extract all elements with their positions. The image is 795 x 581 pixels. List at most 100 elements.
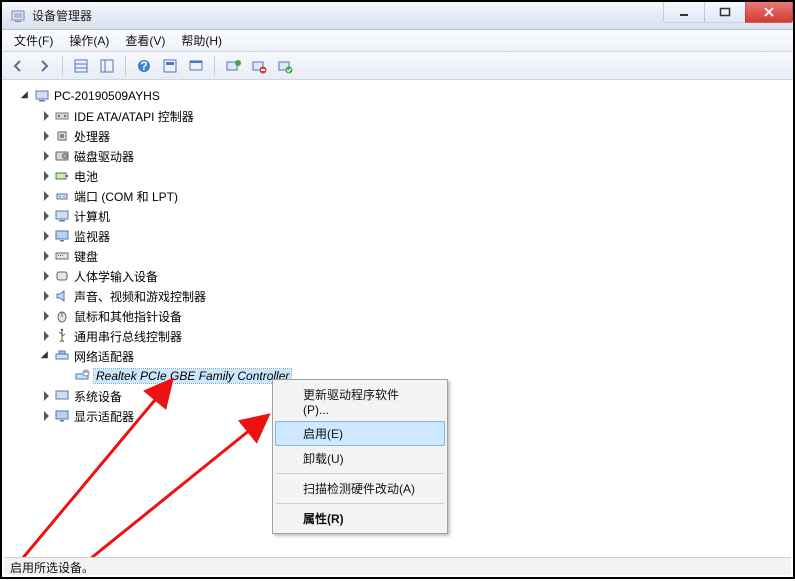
tree-item[interactable]: 声音、视频和游戏控制器: [6, 286, 789, 306]
toolbar-separator: [62, 56, 63, 76]
expander-right-icon[interactable]: [40, 110, 52, 122]
tree-item[interactable]: IDE ATA/ATAPI 控制器: [6, 106, 789, 126]
expander-right-icon[interactable]: [40, 210, 52, 222]
scan-icon[interactable]: [221, 55, 245, 77]
display-icon: [54, 408, 70, 424]
tree-item-label: 显示适配器: [74, 408, 134, 425]
maximize-button[interactable]: [704, 2, 746, 23]
disable-icon[interactable]: [247, 55, 271, 77]
menu-action[interactable]: 操作(A): [61, 30, 117, 51]
tree-item-label: 系统设备: [74, 388, 122, 405]
tree-device-label: Realtek PCIe GBE Family Controller: [94, 369, 291, 383]
cm-enable[interactable]: 启用(E): [275, 421, 445, 446]
expander-right-icon[interactable]: [40, 330, 52, 342]
tree-item[interactable]: 计算机: [6, 206, 789, 226]
tree-item-label: 磁盘驱动器: [74, 148, 134, 165]
tree-root-label: PC-20190509AYHS: [54, 89, 160, 103]
cm-separator: [276, 473, 444, 474]
sound-icon: [54, 288, 70, 304]
port-icon: [54, 188, 70, 204]
cm-uninstall[interactable]: 卸载(U): [275, 446, 445, 471]
expander-right-icon[interactable]: [40, 230, 52, 242]
tree-item-network[interactable]: 网络适配器: [6, 346, 789, 366]
ide-icon: [54, 108, 70, 124]
tree-item[interactable]: 磁盘驱动器: [6, 146, 789, 166]
tree-item-label: 鼠标和其他指针设备: [74, 308, 182, 325]
tree-item-label: 键盘: [74, 248, 98, 265]
toolbar-separator: [125, 56, 126, 76]
titlebar: 设备管理器: [2, 2, 793, 30]
cm-properties-label: 属性(R): [303, 512, 344, 526]
expander-right-icon[interactable]: [40, 290, 52, 302]
tree-item-label: 人体学输入设备: [74, 268, 158, 285]
help-icon[interactable]: ?: [132, 55, 156, 77]
cm-properties[interactable]: 属性(R): [275, 506, 445, 531]
tree-item[interactable]: 电池: [6, 166, 789, 186]
expander-right-icon[interactable]: [40, 170, 52, 182]
pc-icon: [54, 208, 70, 224]
usb-icon: [54, 328, 70, 344]
system-icon: [54, 388, 70, 404]
view-list-icon[interactable]: [69, 55, 93, 77]
tree-item-label: 声音、视频和游戏控制器: [74, 288, 206, 305]
statusbar: 启用所选设备。: [4, 557, 791, 575]
cm-separator: [276, 503, 444, 504]
tree-item[interactable]: 键盘: [6, 246, 789, 266]
toolbar: ?: [2, 52, 793, 80]
properties-icon[interactable]: [158, 55, 182, 77]
tree-root[interactable]: PC-20190509AYHS: [6, 86, 789, 106]
tree-item-label: 网络适配器: [74, 348, 134, 365]
expander-right-icon[interactable]: [40, 130, 52, 142]
keyboard-icon: [54, 248, 70, 264]
expander-right-icon[interactable]: [40, 190, 52, 202]
menubar: 文件(F) 操作(A) 查看(V) 帮助(H): [2, 30, 793, 52]
close-button[interactable]: [745, 2, 793, 23]
menu-file[interactable]: 文件(F): [6, 30, 61, 51]
expander-right-icon[interactable]: [40, 250, 52, 262]
tree-item[interactable]: 鼠标和其他指针设备: [6, 306, 789, 326]
expander-down-icon[interactable]: [40, 350, 52, 362]
tree-item-label: 通用串行总线控制器: [74, 328, 182, 345]
context-menu: 更新驱动程序软件(P)... 启用(E) 卸载(U) 扫描检测硬件改动(A) 属…: [272, 379, 448, 534]
expander-right-icon[interactable]: [40, 390, 52, 402]
menu-help[interactable]: 帮助(H): [173, 30, 230, 51]
battery-icon: [54, 168, 70, 184]
tree-item[interactable]: 端口 (COM 和 LPT): [6, 186, 789, 206]
tree-item-label: 端口 (COM 和 LPT): [74, 188, 178, 205]
tree-item[interactable]: 人体学输入设备: [6, 266, 789, 286]
tree-item-label: 处理器: [74, 128, 110, 145]
window-icon[interactable]: [184, 55, 208, 77]
toolbar-separator: [214, 56, 215, 76]
hid-icon: [54, 268, 70, 284]
forward-button[interactable]: [32, 55, 56, 77]
tree-item-label: 监视器: [74, 228, 110, 245]
menu-view[interactable]: 查看(V): [117, 30, 173, 51]
expander-right-icon[interactable]: [40, 270, 52, 282]
window-title: 设备管理器: [32, 7, 664, 24]
mouse-icon: [54, 308, 70, 324]
computer-icon: [34, 88, 50, 104]
network-adapter-icon: [74, 368, 90, 384]
cm-update-driver[interactable]: 更新驱动程序软件(P)...: [275, 382, 445, 421]
monitor-icon: [54, 228, 70, 244]
tree-item[interactable]: 通用串行总线控制器: [6, 326, 789, 346]
tree-item-label: 计算机: [74, 208, 110, 225]
app-icon: [10, 8, 26, 24]
enable-icon[interactable]: [273, 55, 297, 77]
cm-scan[interactable]: 扫描检测硬件改动(A): [275, 476, 445, 501]
window-buttons: [664, 2, 793, 29]
tree-item[interactable]: 处理器: [6, 126, 789, 146]
expander-right-icon[interactable]: [40, 410, 52, 422]
expander-right-icon[interactable]: [40, 310, 52, 322]
expander-right-icon[interactable]: [40, 150, 52, 162]
tree-item[interactable]: 监视器: [6, 226, 789, 246]
tree-item-label: 电池: [74, 168, 98, 185]
network-icon: [54, 348, 70, 364]
back-button[interactable]: [6, 55, 30, 77]
svg-text:?: ?: [140, 59, 147, 73]
statusbar-text: 启用所选设备。: [10, 561, 94, 575]
view-detail-icon[interactable]: [95, 55, 119, 77]
cpu-icon: [54, 128, 70, 144]
minimize-button[interactable]: [663, 2, 705, 23]
expander-down-icon[interactable]: [20, 90, 32, 102]
